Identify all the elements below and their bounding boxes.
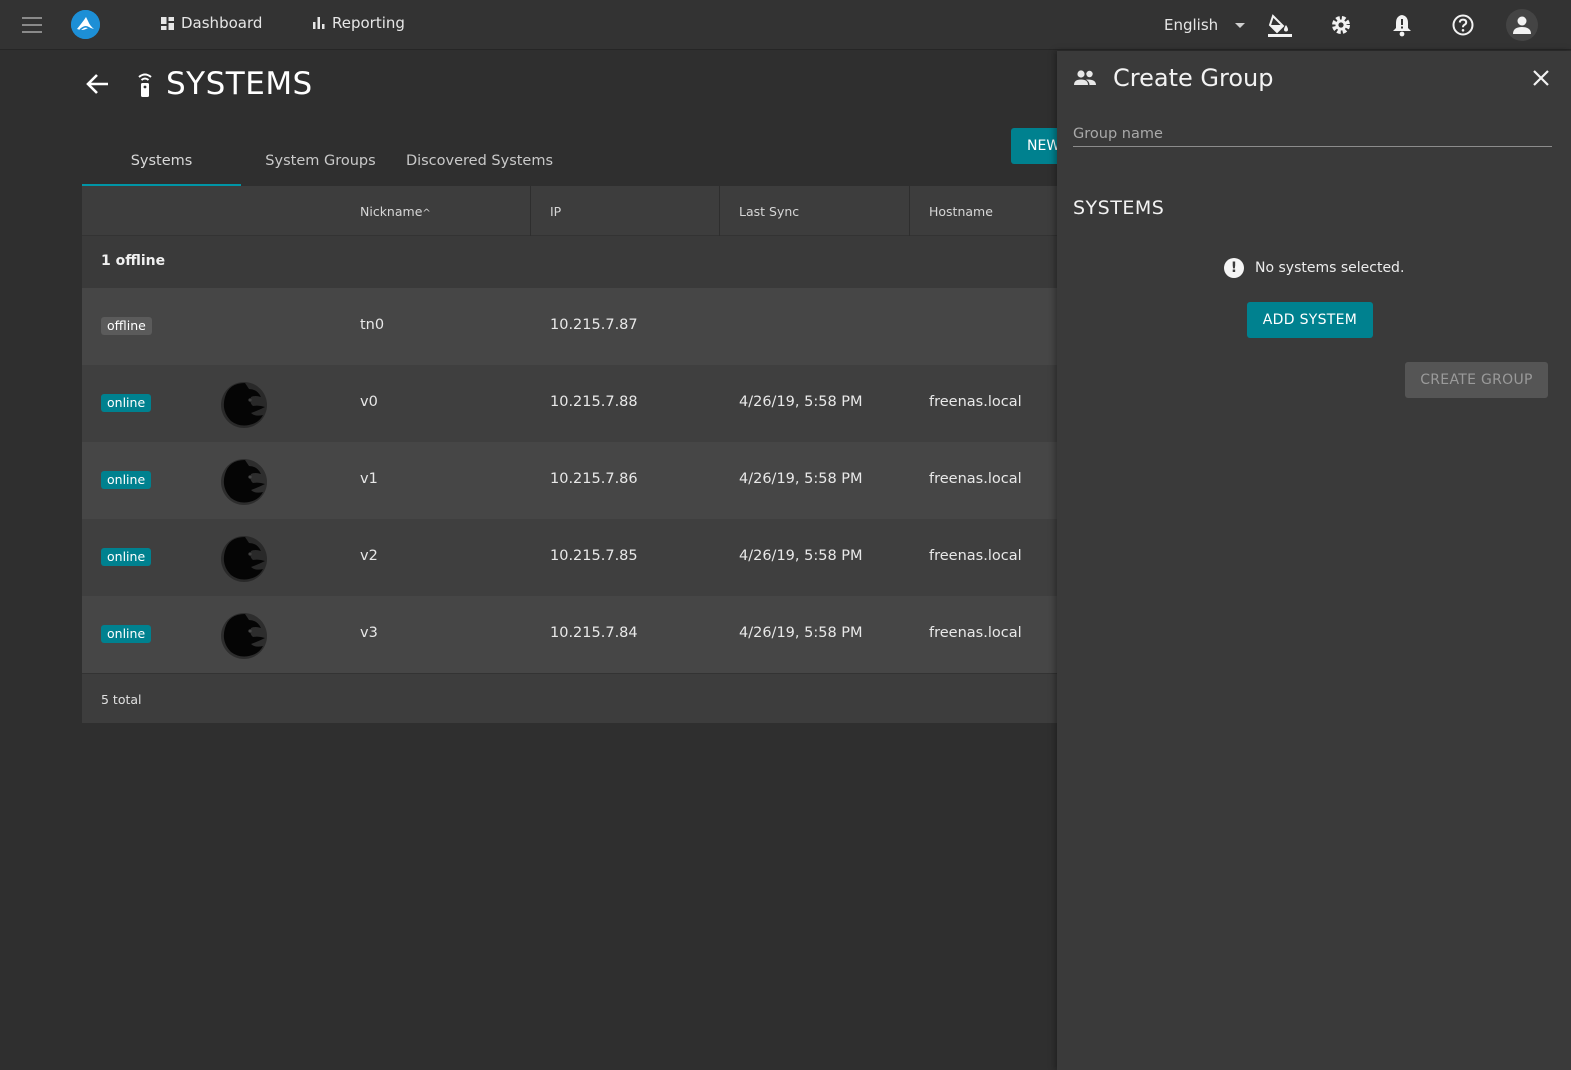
bell-alert-icon[interactable] (1388, 11, 1416, 39)
nav-dashboard-label: Dashboard (181, 14, 263, 32)
freenas-logo-icon (221, 459, 267, 505)
nav-reporting[interactable]: Reporting (313, 14, 405, 32)
language-select[interactable]: English (1164, 16, 1246, 34)
table-row[interactable]: offline tn0 10.215.7.87 (82, 288, 1062, 365)
dashboard-icon (161, 16, 174, 30)
close-icon[interactable] (1530, 67, 1552, 89)
nav-reporting-label: Reporting (332, 14, 405, 32)
cell-ip: 10.215.7.85 (550, 548, 638, 564)
cell-hostname: freenas.local (929, 625, 1022, 641)
cell-last-sync: 4/26/19, 5:58 PM (739, 394, 863, 410)
panel-title: Create Group (1113, 64, 1274, 92)
cell-nickname: tn0 (360, 317, 385, 333)
cell-hostname: freenas.local (929, 548, 1022, 564)
status-badge: online (101, 471, 152, 489)
gear-icon[interactable] (1327, 11, 1355, 39)
group-name-input[interactable] (1073, 121, 1552, 147)
sort-ascending-icon: ^ (422, 208, 431, 219)
column-nickname[interactable]: Nickname^ (360, 186, 431, 236)
help-circle-icon[interactable] (1449, 11, 1477, 39)
menu-icon[interactable] (22, 17, 46, 35)
account-icon[interactable] (1506, 9, 1538, 41)
systems-heading: SYSTEMS (1073, 197, 1165, 219)
column-last-sync[interactable]: Last Sync (739, 186, 799, 236)
status-badge: offline (101, 317, 152, 335)
bar-chart-icon (313, 17, 325, 29)
cell-nickname: v2 (360, 548, 378, 564)
tab-system-groups[interactable]: System Groups (241, 138, 400, 186)
remote-systems-icon (136, 72, 154, 102)
empty-state: ! No systems selected. (1224, 258, 1404, 278)
cell-hostname: freenas.local (929, 471, 1022, 487)
column-divider (530, 186, 531, 236)
cell-nickname: v0 (360, 394, 378, 410)
total-count: 5 total (101, 692, 142, 707)
column-divider (719, 186, 720, 236)
column-divider (909, 186, 910, 236)
nav-dashboard[interactable]: Dashboard (161, 14, 262, 32)
systems-table: Nickname^ IP Last Sync Hostname 1 offlin… (82, 186, 1062, 723)
group-label: 1 offline (101, 253, 166, 269)
cell-hostname: freenas.local (929, 394, 1022, 410)
group-header-offline: 1 offline (82, 236, 1062, 288)
chevron-down-icon (1235, 23, 1246, 28)
status-badge: online (101, 394, 152, 412)
page-title: SYSTEMS (166, 66, 313, 102)
cell-nickname: v1 (360, 471, 378, 487)
column-nickname-label: Nickname (360, 204, 423, 219)
create-group-button[interactable]: CREATE GROUP (1405, 362, 1548, 398)
cell-ip: 10.215.7.86 (550, 471, 638, 487)
back-arrow-icon[interactable] (84, 70, 112, 98)
create-group-panel: Create Group SYSTEMS ! No systems select… (1057, 51, 1571, 1070)
paint-bucket-icon[interactable] (1266, 11, 1294, 39)
cell-ip: 10.215.7.84 (550, 625, 638, 641)
app-logo[interactable] (71, 10, 100, 39)
status-badge: online (101, 548, 152, 566)
tab-discovered-systems[interactable]: Discovered Systems (400, 138, 559, 186)
add-system-button[interactable]: ADD SYSTEM (1247, 302, 1373, 338)
status-badge: online (101, 625, 152, 643)
alert-circle-icon: ! (1224, 258, 1244, 278)
table-row[interactable]: online v1 10.215.7.86 4/26/19, 5:58 PM f… (82, 442, 1062, 519)
cell-ip: 10.215.7.88 (550, 394, 638, 410)
column-hostname[interactable]: Hostname (929, 186, 993, 236)
cell-last-sync: 4/26/19, 5:58 PM (739, 471, 863, 487)
top-bar: Dashboard Reporting English (0, 0, 1571, 50)
cell-last-sync: 4/26/19, 5:58 PM (739, 548, 863, 564)
empty-message: No systems selected. (1255, 260, 1405, 276)
group-icon (1073, 69, 1097, 91)
cell-last-sync: 4/26/19, 5:58 PM (739, 625, 863, 641)
column-ip[interactable]: IP (550, 186, 561, 236)
table-footer: 5 total (82, 673, 1062, 723)
language-value: English (1164, 16, 1219, 34)
table-row[interactable]: online v2 10.215.7.85 4/26/19, 5:58 PM f… (82, 519, 1062, 596)
cell-nickname: v3 (360, 625, 378, 641)
freenas-logo-icon (221, 382, 267, 428)
table-row[interactable]: online v3 10.215.7.84 4/26/19, 5:58 PM f… (82, 596, 1062, 673)
table-header: Nickname^ IP Last Sync Hostname (82, 186, 1062, 236)
cell-ip: 10.215.7.87 (550, 317, 638, 333)
freenas-logo-icon (221, 536, 267, 582)
freenas-logo-icon (221, 613, 267, 659)
tab-systems[interactable]: Systems (82, 138, 241, 186)
table-row[interactable]: online v0 10.215.7.88 4/26/19, 5:58 PM f… (82, 365, 1062, 442)
tab-bar: Systems System Groups Discovered Systems (82, 138, 559, 186)
